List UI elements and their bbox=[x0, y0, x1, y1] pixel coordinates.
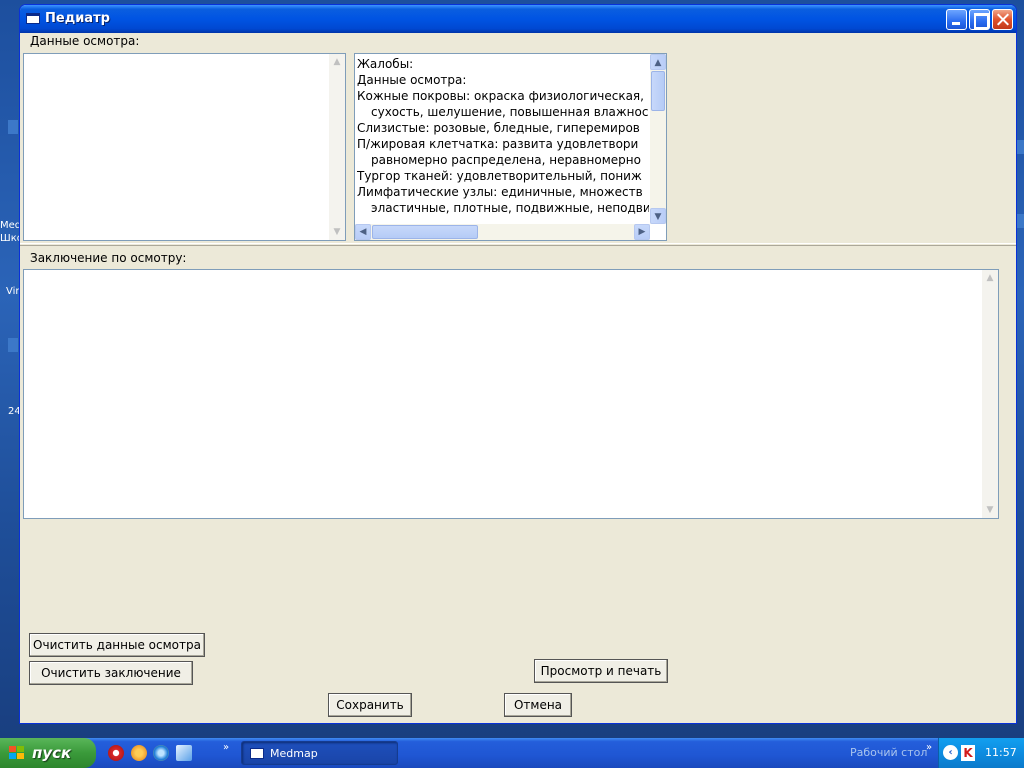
scroll-up-icon[interactable]: ▲ bbox=[329, 54, 345, 70]
scroll-left-icon[interactable]: ◀ bbox=[355, 224, 371, 240]
toolbar-chevron-icon[interactable]: » bbox=[926, 742, 932, 753]
taskbar-button-label: Medmap bbox=[270, 747, 318, 760]
close-button[interactable] bbox=[992, 9, 1013, 30]
exam-data-scrollbar[interactable]: ▲ ▼ bbox=[329, 54, 345, 240]
scroll-thumb[interactable] bbox=[372, 225, 478, 239]
desktop-icon[interactable] bbox=[8, 120, 18, 134]
minimize-button[interactable] bbox=[946, 9, 967, 30]
save-button[interactable]: Сохранить bbox=[328, 693, 412, 717]
paw-icon[interactable] bbox=[131, 745, 147, 761]
template-line[interactable]: сухость, шелушение, повышенная влажнос bbox=[357, 104, 649, 120]
quicklaunch-chevron-icon[interactable]: » bbox=[223, 742, 229, 753]
desktop-label-fragment: Vir bbox=[6, 286, 20, 297]
template-line[interactable]: Слизистые: розовые, бледные, гиперемиров bbox=[357, 120, 649, 136]
template-line[interactable]: эластичные, плотные, подвижные, неподви bbox=[357, 200, 649, 216]
template-line[interactable]: Тургор тканей: удовлетворительный, пониж bbox=[357, 168, 649, 184]
clear-conclusion-button[interactable]: Очистить заключение bbox=[29, 661, 193, 685]
scroll-up-icon[interactable]: ▲ bbox=[982, 270, 998, 286]
scroll-right-icon[interactable]: ▶ bbox=[634, 224, 650, 240]
explorer-icon[interactable] bbox=[176, 745, 192, 761]
maximize-button[interactable] bbox=[969, 9, 990, 30]
template-line[interactable]: Кожные покровы: окраска физиологическая, bbox=[357, 88, 649, 104]
taskbar: пуск » Medmap Рабочий стол » ‹ K 11:57 bbox=[0, 738, 1024, 768]
start-label: пуск bbox=[32, 744, 72, 762]
title-bar[interactable]: Педиатр bbox=[20, 5, 1016, 33]
conclusion-field[interactable]: ▲ ▼ bbox=[23, 269, 999, 519]
cancel-button[interactable]: Отмена bbox=[504, 693, 572, 717]
template-line[interactable]: равномерно распределена, неравномернo bbox=[357, 152, 649, 168]
window-icon bbox=[250, 748, 264, 759]
conclusion-label: Заключение по осмотру: bbox=[30, 251, 187, 265]
taskbar-button-medmap[interactable]: Medmap bbox=[241, 741, 398, 765]
template-line[interactable]: Данные осмотра: bbox=[357, 72, 649, 88]
scroll-down-icon[interactable]: ▼ bbox=[982, 502, 998, 518]
exam-data-field[interactable]: ▲ ▼ bbox=[23, 53, 346, 241]
desktop-icon[interactable] bbox=[1016, 140, 1024, 154]
scroll-thumb[interactable] bbox=[651, 71, 665, 111]
scroll-up-icon[interactable]: ▲ bbox=[650, 54, 666, 70]
exam-template-list[interactable]: Жалобы: Данные осмотра: Кожные покровы: ок… bbox=[354, 53, 667, 241]
template-line[interactable]: Лимфатические узлы: единичные, множеств bbox=[357, 184, 649, 200]
template-vertical-scrollbar[interactable]: ▲ ▼ bbox=[650, 54, 666, 224]
show-hidden-icons-icon[interactable]: ‹ bbox=[943, 745, 958, 760]
template-line[interactable]: Жалобы: bbox=[357, 56, 649, 72]
splitter[interactable] bbox=[20, 243, 1016, 246]
exam-template-text[interactable]: Жалобы: Данные осмотра: Кожные покровы: ок… bbox=[357, 56, 649, 216]
scroll-down-icon[interactable]: ▼ bbox=[329, 224, 345, 240]
antivirus-tray-icon[interactable]: K bbox=[961, 745, 975, 761]
conclusion-scrollbar[interactable]: ▲ ▼ bbox=[982, 270, 998, 518]
desktop-icon[interactable] bbox=[8, 338, 18, 352]
ie-icon[interactable] bbox=[153, 745, 169, 761]
opera-icon[interactable] bbox=[108, 745, 124, 761]
window-title: Педиатр bbox=[45, 11, 110, 26]
desktop-icon[interactable] bbox=[1016, 214, 1024, 228]
system-tray: ‹ K 11:57 bbox=[938, 738, 1024, 768]
template-horizontal-scrollbar[interactable]: ◀ ▶ bbox=[355, 224, 650, 240]
template-line[interactable]: П/жировая клетчатка: развита удовлетвори bbox=[357, 136, 649, 152]
exam-data-label: Данные осмотра: bbox=[30, 34, 140, 48]
clear-exam-button[interactable]: Очистить данные осмотра bbox=[29, 633, 205, 657]
scroll-down-icon[interactable]: ▼ bbox=[650, 208, 666, 224]
desktop-toolbar-label[interactable]: Рабочий стол bbox=[850, 746, 927, 759]
windows-logo-icon bbox=[9, 746, 25, 760]
start-button[interactable]: пуск bbox=[0, 738, 96, 768]
preview-print-button[interactable]: Просмотр и печать bbox=[534, 659, 668, 683]
clock[interactable]: 11:57 bbox=[985, 746, 1017, 759]
pediatrician-window: Педиатр Данные осмотра: ▲ ▼ Жалобы: Данны… bbox=[19, 4, 1017, 724]
desktop-label-fragment: Med bbox=[0, 220, 22, 231]
window-icon bbox=[26, 13, 40, 24]
